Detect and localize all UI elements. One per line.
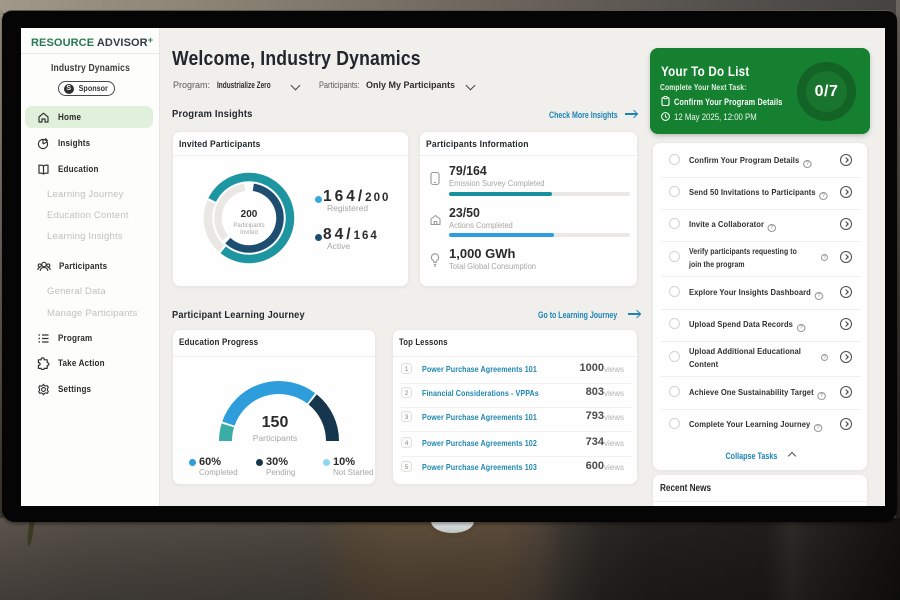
svg-text:Invited: Invited (240, 230, 258, 236)
svg-text:Participants: Participants (233, 223, 264, 229)
svg-text:200: 200 (241, 209, 258, 220)
